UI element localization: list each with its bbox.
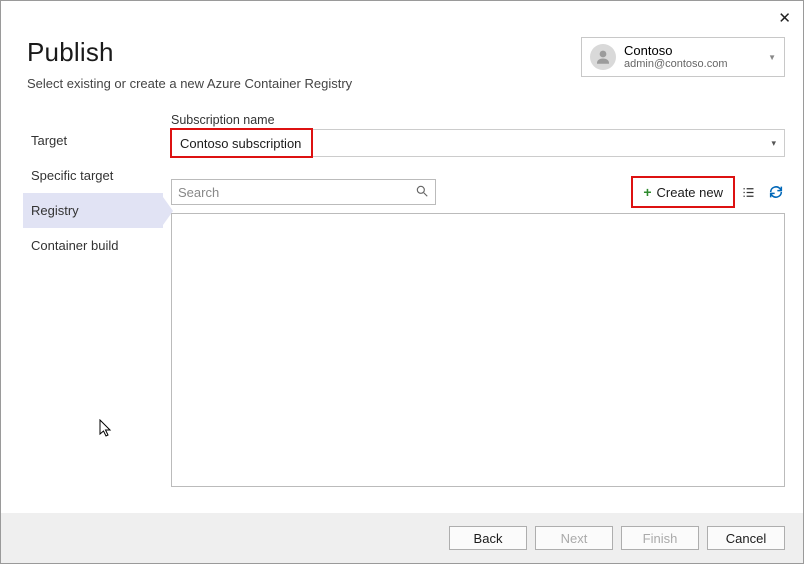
step-registry[interactable]: Registry (23, 193, 163, 228)
subscription-label: Subscription name (171, 113, 785, 127)
chevron-down-icon: ▾ (771, 138, 776, 149)
search-placeholder: Search (178, 185, 219, 200)
create-new-label: Create new (657, 185, 723, 200)
create-new-button[interactable]: + Create new (637, 182, 729, 202)
close-button[interactable]: ✕ (778, 9, 791, 27)
page-title: Publish (27, 37, 352, 68)
back-button[interactable]: Back (449, 526, 527, 550)
account-name: Contoso (624, 44, 728, 58)
search-icon (415, 184, 429, 201)
refresh-icon[interactable] (767, 183, 785, 201)
wizard-steps: Target Specific target Registry Containe… (23, 123, 163, 263)
step-container-build[interactable]: Container build (23, 228, 163, 263)
chevron-down-icon: ▼ (768, 53, 776, 62)
registry-list[interactable] (171, 213, 785, 487)
search-input[interactable]: Search (171, 179, 436, 205)
cursor-icon (99, 419, 115, 444)
next-button: Next (535, 526, 613, 550)
account-picker[interactable]: Contoso admin@contoso.com ▼ (581, 37, 785, 77)
avatar-icon (590, 44, 616, 70)
step-specific-target[interactable]: Specific target (23, 158, 163, 193)
view-tree-icon[interactable] (739, 183, 757, 201)
account-email: admin@contoso.com (624, 58, 728, 70)
subscription-value: Contoso subscription (180, 136, 301, 151)
page-subtitle: Select existing or create a new Azure Co… (27, 76, 352, 91)
wizard-footer: Back Next Finish Cancel (1, 513, 803, 563)
step-target[interactable]: Target (23, 123, 163, 158)
finish-button: Finish (621, 526, 699, 550)
cancel-button[interactable]: Cancel (707, 526, 785, 550)
plus-icon: + (643, 184, 651, 200)
subscription-dropdown[interactable]: Contoso subscription ▾ (171, 129, 785, 157)
